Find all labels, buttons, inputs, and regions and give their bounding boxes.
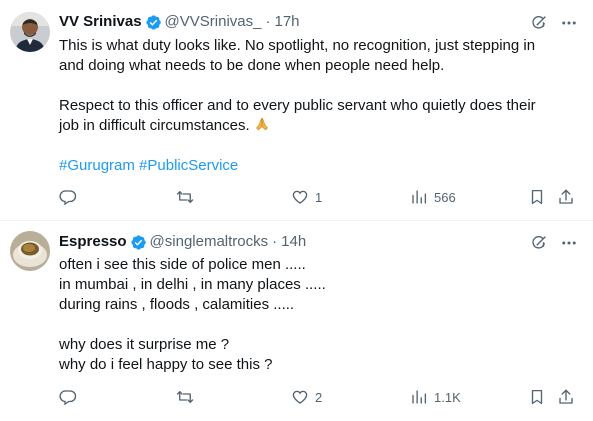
- author-handle[interactable]: @singlemaltrocks: [150, 232, 269, 252]
- timestamp[interactable]: 14h: [281, 232, 306, 252]
- like-count: 1: [315, 189, 323, 205]
- action-bar: 2 1.1K: [0, 387, 593, 407]
- more-icon[interactable]: [560, 234, 578, 252]
- more-icon[interactable]: [560, 14, 578, 32]
- share-icon: [559, 189, 573, 204]
- retweet-button[interactable]: [176, 387, 200, 407]
- share-button[interactable]: [557, 387, 575, 407]
- avatar[interactable]: [10, 231, 50, 271]
- avatar[interactable]: [10, 12, 50, 52]
- text-line: and doing what needs to be done when peo…: [59, 57, 445, 74]
- tweet-text: This is what duty looks like. No spotlig…: [59, 36, 579, 176]
- views-count: 566: [434, 189, 456, 205]
- share-button[interactable]: [557, 187, 575, 207]
- bookmark-button[interactable]: [528, 187, 546, 207]
- like-button[interactable]: 2: [291, 387, 322, 407]
- retweet-icon: [176, 391, 194, 403]
- text-line: in mumbai , in delhi , in many places ..…: [59, 276, 326, 293]
- views-count: 1.1K: [434, 389, 461, 405]
- reply-icon: [59, 190, 77, 206]
- views-button[interactable]: 1.1K: [410, 387, 461, 407]
- hashtags-link[interactable]: #Gurugram #PublicService: [59, 156, 579, 176]
- tweet-header: VV Srinivas @VVSrinivas_ · 17h: [59, 12, 300, 32]
- tweet-header: Espresso @singlemaltrocks · 14h: [59, 232, 306, 252]
- text-line: Respect to this officer and to every pub…: [59, 97, 536, 114]
- text-line: [59, 76, 579, 96]
- folded-hands-icon: [254, 116, 270, 132]
- text-line: [59, 315, 579, 335]
- views-button[interactable]: 566: [410, 187, 456, 207]
- reply-icon: [59, 390, 77, 406]
- author-name[interactable]: VV Srinivas: [59, 12, 142, 32]
- grok-icon[interactable]: [530, 234, 548, 252]
- separator: ·: [265, 13, 271, 30]
- retweet-button[interactable]: [176, 187, 200, 207]
- verified-badge-icon: [130, 234, 147, 251]
- timestamp[interactable]: 17h: [274, 12, 299, 32]
- text-line: job in difficult circumstances.: [59, 116, 579, 136]
- tweet[interactable]: VV Srinivas @VVSrinivas_ · 17h This is w…: [0, 0, 593, 220]
- author-handle[interactable]: @VVSrinivas_: [165, 12, 262, 32]
- bookmark-icon: [531, 189, 543, 205]
- bookmark-icon: [531, 389, 543, 405]
- action-bar: 1 566: [0, 187, 593, 207]
- views-icon: [412, 390, 427, 404]
- like-count: 2: [315, 389, 323, 405]
- text-line-content: job in difficult circumstances.: [59, 117, 250, 134]
- retweet-icon: [176, 191, 194, 203]
- views-icon: [412, 190, 427, 204]
- text-line: often i see this side of police men ....…: [59, 256, 306, 273]
- author-name[interactable]: Espresso: [59, 232, 127, 252]
- reply-button[interactable]: [59, 187, 83, 207]
- like-icon: [292, 190, 308, 204]
- grok-icon[interactable]: [530, 14, 548, 32]
- tweet-text: often i see this side of police men ....…: [59, 255, 579, 375]
- text-line: This is what duty looks like. No spotlig…: [59, 37, 536, 54]
- text-line: why does it surprise me ?: [59, 336, 230, 353]
- text-line: why do i feel happy to see this ?: [59, 356, 273, 373]
- like-icon: [292, 390, 308, 404]
- like-button[interactable]: 1: [291, 187, 322, 207]
- bookmark-button[interactable]: [528, 387, 546, 407]
- tweet[interactable]: Espresso @singlemaltrocks · 14h often i …: [0, 221, 593, 421]
- separator: ·: [272, 233, 278, 250]
- verified-badge-icon: [145, 14, 162, 31]
- share-icon: [559, 389, 573, 404]
- text-line: during rains , floods , calamities .....: [59, 296, 295, 313]
- reply-button[interactable]: [59, 387, 83, 407]
